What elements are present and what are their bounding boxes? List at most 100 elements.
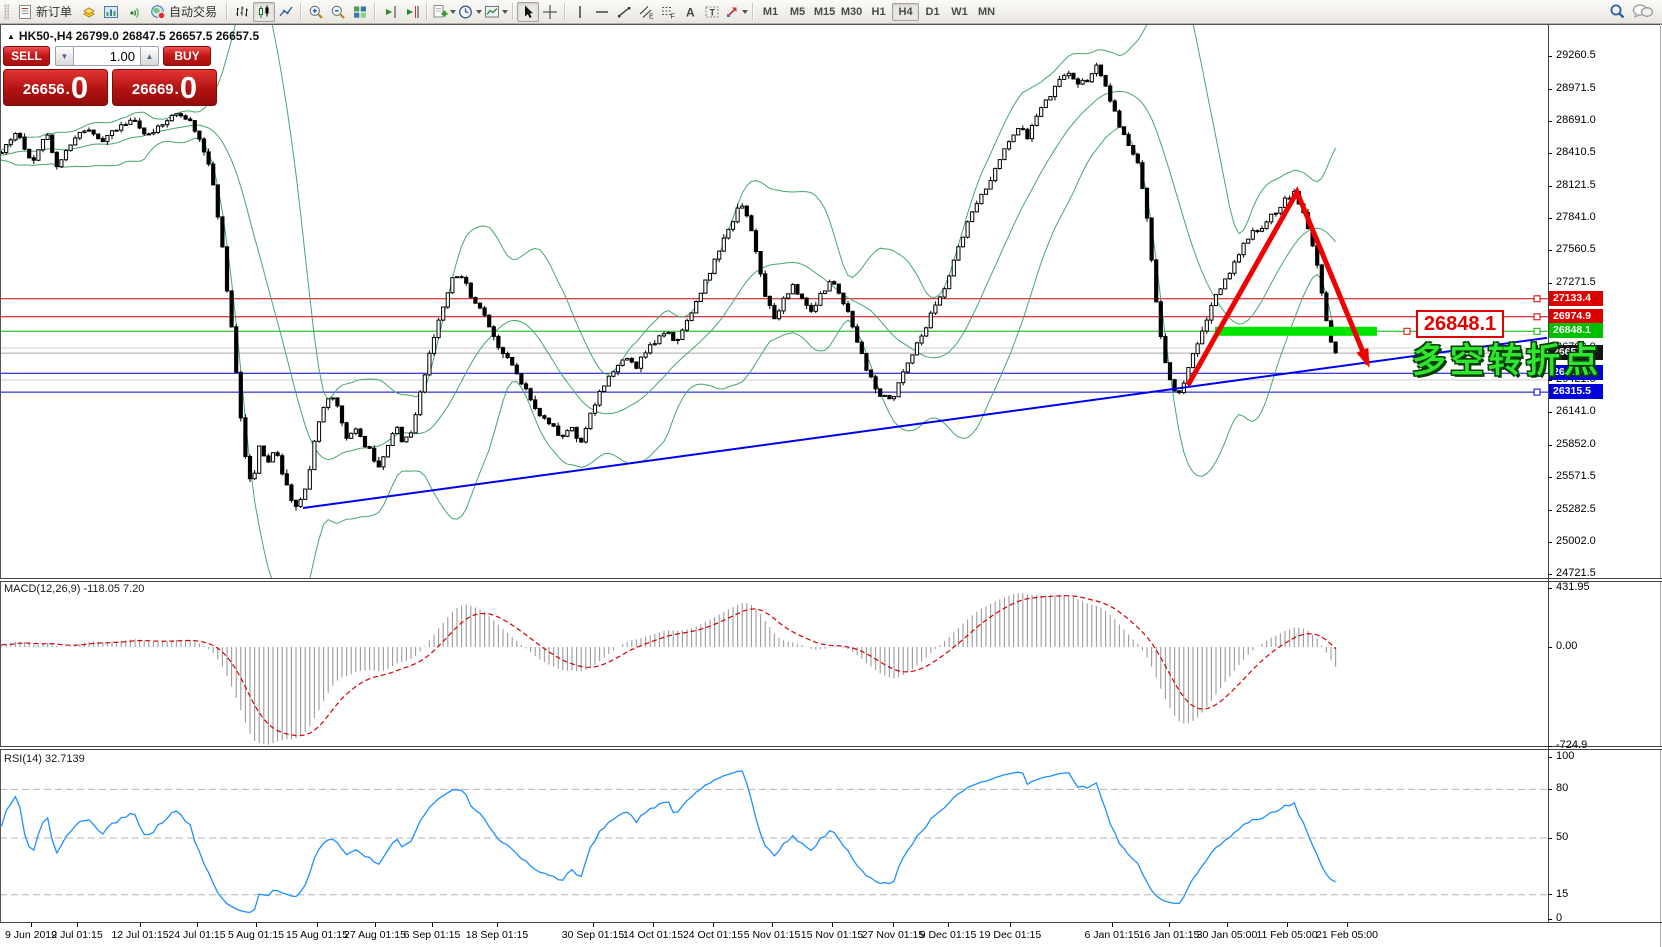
line-chart-button[interactable] [275,2,297,22]
toolbar-grip[interactable] [4,4,9,20]
time-axis-label: 9 Jun 2019 [5,929,57,941]
price-axis[interactable]: 29260.528971.528691.028410.528121.527841… [1548,0,1662,923]
timeframe-m15-button[interactable]: M15 [811,3,838,21]
templates-button[interactable] [483,2,509,22]
symbol-triangle-icon: ▲ [7,32,15,41]
equidistant-channel-tool[interactable]: E [635,2,657,22]
timeframe-h1-button[interactable]: H1 [865,3,892,21]
time-axis-label: 12 Jul 01:15 [111,929,168,941]
pane-separator[interactable] [0,746,1662,750]
price-axis-label: 28971.5 [1556,82,1596,94]
price-level-tag: 27133.4 [1549,291,1603,306]
candlestick-chart-button[interactable] [253,2,275,22]
fibonacci-tool[interactable]: F [657,2,679,22]
time-axis-tick [31,923,32,927]
turning-point-annotation[interactable]: 多空转折点 [1412,333,1602,382]
price-axis-tick [1548,56,1552,57]
arrows-tool[interactable] [723,2,749,22]
horizontal-line-tool[interactable] [591,2,613,22]
price-level-tag: 26315.5 [1549,384,1603,399]
price-axis-label: 24721.5 [1556,567,1596,579]
macd-pane[interactable] [0,582,1548,747]
toolbar-separator [226,3,228,20]
equidistant-channel-icon: E [638,4,654,20]
signal-icon [125,4,141,20]
time-axis-label: 2 Jul 01:15 [51,929,102,941]
text-tool[interactable]: A [679,2,701,22]
auto-scroll-button[interactable] [379,2,401,22]
toolbar-separator [300,3,302,20]
market-watch-icon [103,4,119,20]
chart-shift-button[interactable] [401,2,423,22]
buy-button[interactable]: BUY [163,46,211,66]
bar-chart-button[interactable] [231,2,253,22]
vertical-line-icon [572,4,588,20]
time-axis-tick [1287,923,1288,927]
macd-indicator-label: MACD(12,26,9) -118.05 7.20 [4,583,144,595]
sell-button[interactable]: SELL [3,46,50,66]
rsi-axis-label: 15 [1556,888,1568,900]
zoom-in-button[interactable] [305,2,327,22]
price-axis-tick [1548,510,1552,511]
price-axis-tick [1548,250,1552,251]
time-axis-label: 9 Dec 01:15 [920,929,977,941]
time-axis-label: 24 Jul 01:15 [168,929,225,941]
sell-price-button[interactable]: 26656 . 0 [3,69,108,106]
price-axis-label: 25002.0 [1556,535,1596,547]
time-axis-label: 21 Feb 05:00 [1316,929,1378,941]
main-price-pane[interactable] [0,24,1548,579]
text-label-tool[interactable]: T [701,2,723,22]
timeframe-d1-button[interactable]: D1 [919,3,946,21]
arrows-icon [724,4,740,20]
timeframe-toolbar: M1M5M15M30H1H4D1W1MN [757,3,1000,21]
macd-axis-label: 431.95 [1556,581,1590,593]
search-icon[interactable] [1609,3,1626,20]
auto-trading-button[interactable]: 自动交易 [144,2,223,22]
time-axis-label: 18 Sep 01:15 [466,929,528,941]
add-indicator-button[interactable] [431,2,457,22]
timeframe-m30-button[interactable]: M30 [838,3,865,21]
volume-input[interactable] [74,46,140,66]
market-watch-button[interactable] [100,2,122,22]
volume-increase-button[interactable]: ▲ [140,46,159,66]
timeframe-m5-button[interactable]: M5 [784,3,811,21]
crosshair-tool-button[interactable] [539,2,561,22]
timeframe-h4-button[interactable]: H4 [892,3,919,21]
timeframe-mn-button[interactable]: MN [973,3,1000,21]
svg-text:E: E [649,13,654,20]
volume-decrease-button[interactable]: ▼ [55,46,74,66]
gold-icon [81,4,97,20]
new-order-button[interactable]: 新订单 [11,2,78,22]
timeframe-w1-button[interactable]: W1 [946,3,973,21]
zoom-out-button[interactable] [327,2,349,22]
price-axis-label: 25571.5 [1556,470,1596,482]
time-axis-label: 27 Nov 01:15 [862,929,924,941]
rsi-axis-label: 50 [1556,831,1568,843]
toolbar-separator [564,3,566,20]
new-order-icon [17,4,33,20]
macd-axis-label: 0.00 [1556,640,1577,652]
time-axis-tick [197,923,198,927]
price-axis-label: 28691.0 [1556,114,1596,126]
time-axis-label: 15 Nov 01:15 [801,929,863,941]
time-axis[interactable]: 9 Jun 20192 Jul 01:15 12 Jul 01:1524 Jul … [0,923,1662,947]
decimal-point: . [66,77,70,103]
trendline-tool[interactable] [613,2,635,22]
macd-axis-tick [1548,647,1552,648]
buy-price-button[interactable]: 26669 . 0 [112,69,217,106]
chart-window-border [0,24,1,923]
timeframe-m1-button[interactable]: M1 [757,3,784,21]
history-center-button[interactable] [78,2,100,22]
periods-button[interactable] [457,2,483,22]
rsi-axis-tick [1548,789,1552,790]
cursor-tool-button[interactable] [517,2,539,22]
signals-button[interactable] [122,2,144,22]
vertical-line-tool[interactable] [569,2,591,22]
pane-separator[interactable] [0,578,1662,582]
tile-windows-button[interactable] [349,2,371,22]
decimal-point: . [175,77,179,103]
time-axis-label: 11 Feb 05:00 [1256,929,1317,941]
chat-icon[interactable] [1632,3,1654,20]
rsi-pane[interactable] [0,750,1548,923]
time-axis-tick [593,923,594,927]
